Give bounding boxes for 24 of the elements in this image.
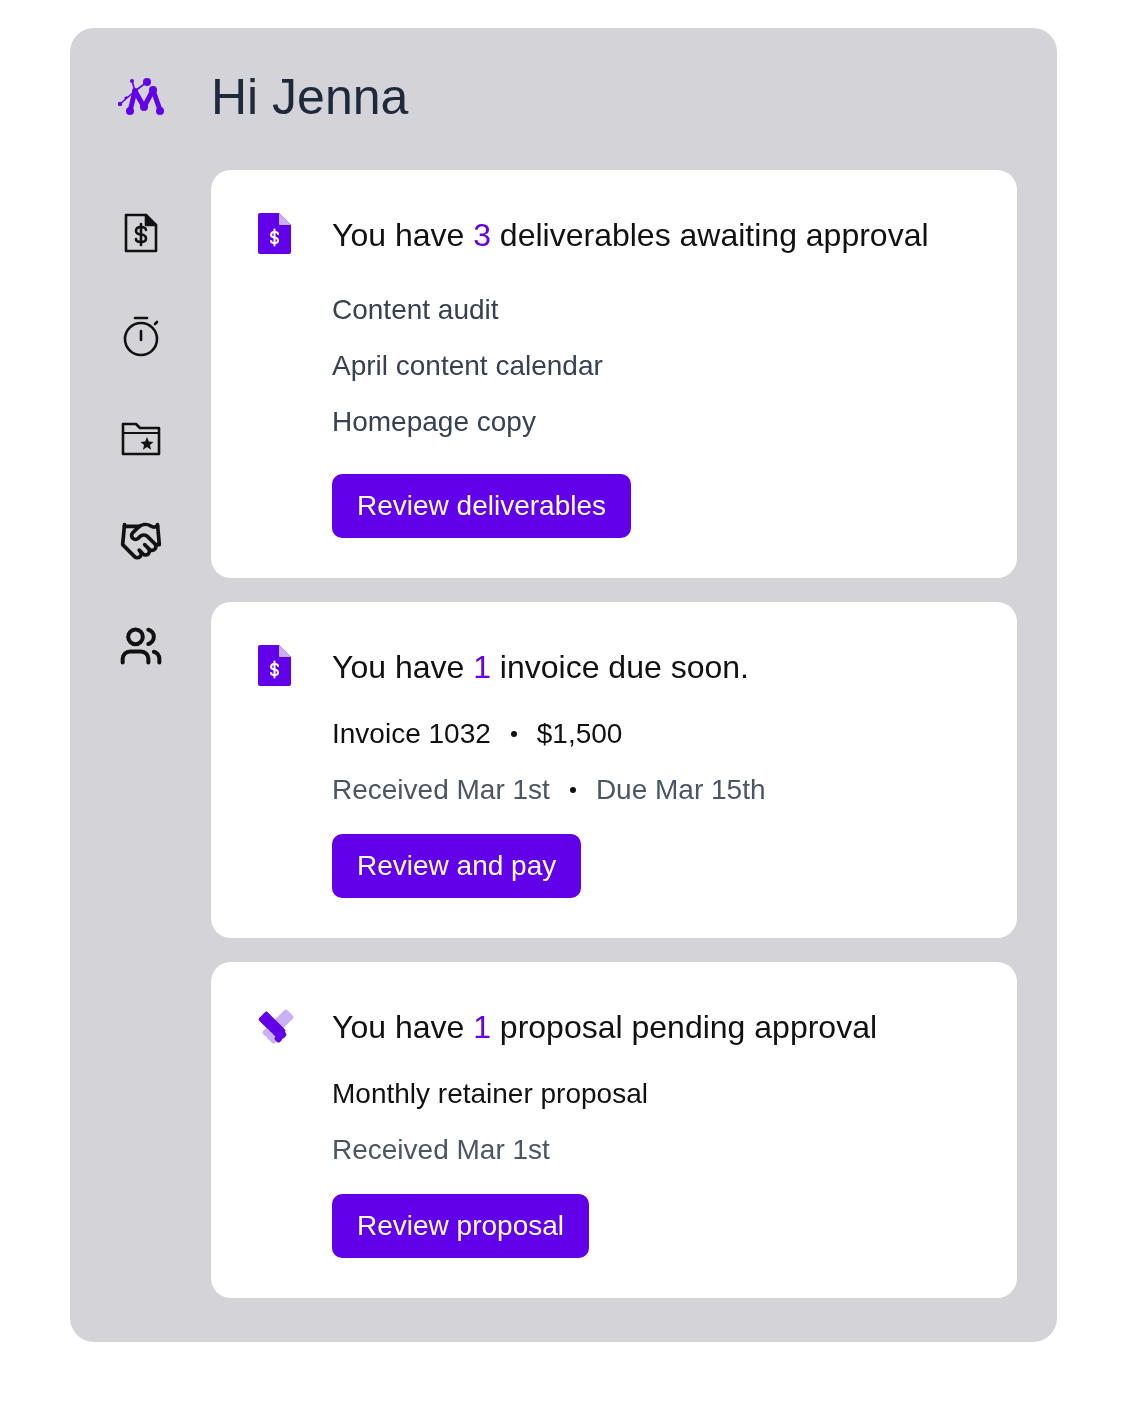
card-headline: You have 1 proposal pending approval — [332, 1008, 878, 1047]
deliverable-item: April content calendar — [332, 349, 603, 383]
detail-text: $1,500 — [536, 717, 623, 751]
greeting-title: Hi Jenna — [211, 68, 409, 127]
dot-separator-icon — [569, 787, 576, 793]
review-button[interactable]: Review deliverables — [332, 474, 631, 538]
card-headline: You have 1 invoice due soon. — [332, 648, 749, 687]
meta-text: Received Mar 1st — [332, 1133, 550, 1167]
file-dollar-icon — [258, 213, 291, 254]
dot-separator-icon — [510, 731, 517, 737]
detail-text: Monthly retainer proposal — [332, 1077, 648, 1111]
review-button[interactable]: Review proposal — [332, 1194, 589, 1258]
logo-icon — [116, 77, 165, 117]
detail-text: Invoice 1032 — [332, 717, 491, 751]
file-dollar-icon[interactable] — [123, 213, 158, 253]
deliverable-item: Content audit — [332, 293, 500, 327]
meta-text: Received Mar 1st — [332, 773, 550, 807]
folder-star-icon[interactable] — [120, 422, 161, 456]
card-headline: You have 3 deliverables awaiting approval — [332, 216, 929, 255]
review-button[interactable]: Review and pay — [332, 834, 582, 898]
deliverable-item: Homepage copy — [332, 405, 537, 439]
file-dollar-icon — [258, 645, 291, 686]
stopwatch-icon[interactable] — [121, 315, 160, 357]
meta-text: Due Mar 15th — [595, 773, 766, 807]
